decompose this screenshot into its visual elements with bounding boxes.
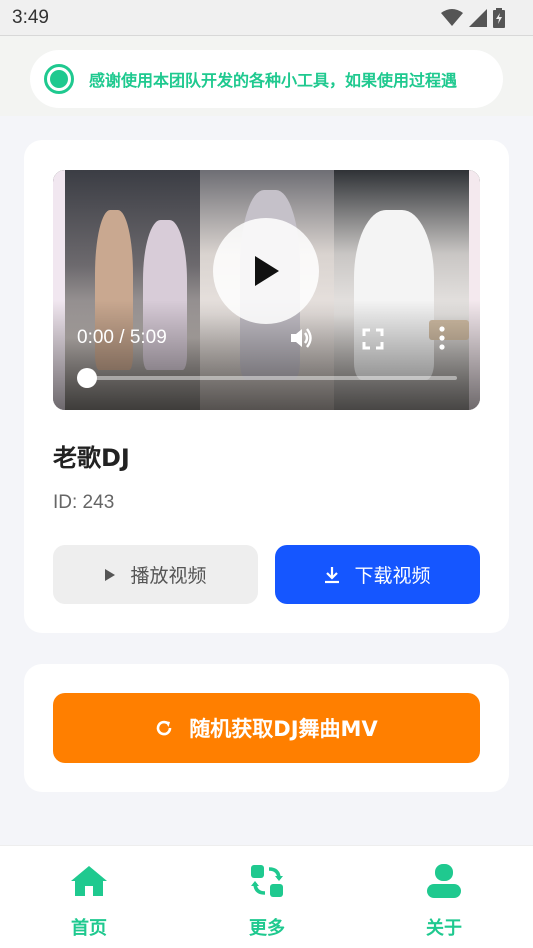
play-video-button[interactable]: 播放视频 [53,545,258,604]
video-card: 0:00 / 5:09 老歌DJ ID: 243 播放视频 下载视频 [24,140,509,633]
home-icon [71,866,107,896]
video-progress-knob[interactable] [77,368,97,388]
status-time: 3:49 [12,6,49,28]
notice-banner[interactable]: 感谢使用本团队开发的各种小工具，如果使用过程遇 [30,50,503,108]
download-video-label: 下载视频 [354,565,431,587]
video-progress-track[interactable] [87,376,457,380]
bottom-nav: 首页 更多 关于 [0,845,533,948]
video-player[interactable]: 0:00 / 5:09 [53,170,480,410]
refresh-grid-icon [251,865,283,897]
random-card: 随机获取DJ舞曲MV [24,664,509,792]
nav-label-about: 关于 [426,918,462,939]
fullscreen-icon[interactable] [362,328,384,350]
notice-text: 感谢使用本团队开发的各种小工具，如果使用过程遇 [89,71,458,90]
download-video-button[interactable]: 下载视频 [275,545,480,604]
more-vertical-icon[interactable] [438,326,446,350]
play-icon [255,256,279,286]
nav-item-about[interactable]: 关于 [384,846,504,948]
notice-dot-icon [44,64,74,94]
status-bar: 3:49 [0,0,533,36]
nav-label-more: 更多 [249,918,285,939]
signal-icon [469,8,487,27]
nav-item-home[interactable]: 首页 [29,846,149,948]
refresh-icon [157,720,172,736]
download-icon [325,566,340,583]
status-icons [441,7,505,28]
video-time: 0:00 / 5:09 [77,327,167,348]
video-play-button[interactable] [213,218,319,324]
user-icon [427,864,461,898]
video-title: 老歌DJ [53,444,130,472]
volume-icon[interactable] [289,326,315,350]
nav-item-more[interactable]: 更多 [207,846,327,948]
play-video-label: 播放视频 [130,565,207,587]
random-dj-label: 随机获取DJ舞曲MV [189,717,378,741]
random-dj-button[interactable]: 随机获取DJ舞曲MV [53,693,480,763]
nav-label-home: 首页 [71,918,107,939]
video-id: ID: 243 [53,492,115,513]
play-icon [105,568,116,581]
wifi-icon [441,8,463,26]
battery-icon [493,7,505,28]
